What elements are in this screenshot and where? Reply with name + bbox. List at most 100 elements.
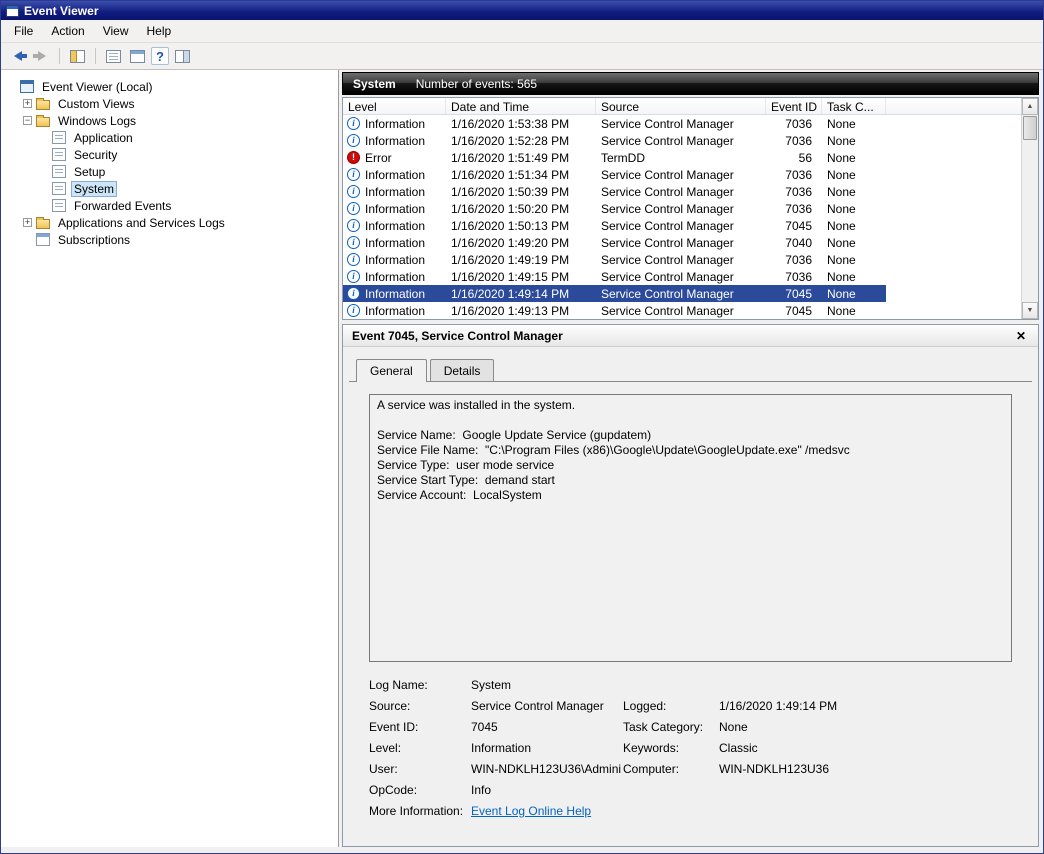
menu-help[interactable]: Help [138, 21, 181, 41]
field-value: 1/16/2020 1:49:14 PM [719, 699, 1012, 713]
level-cell: iInformation [343, 253, 446, 267]
column-header-level[interactable]: Level [343, 98, 446, 114]
toolbar: ? [1, 43, 1043, 70]
information-icon: i [347, 134, 360, 147]
field-label: Log Name: [369, 678, 471, 692]
level-cell: iInformation [343, 287, 446, 301]
field-value: Service Control Manager [471, 699, 623, 713]
folder-icon [36, 117, 50, 127]
event-row[interactable]: iInformation1/16/2020 1:50:20 PMService … [343, 200, 886, 217]
scrollbar-thumb[interactable] [1023, 116, 1037, 140]
tab-details[interactable]: Details [430, 359, 495, 381]
event-row[interactable]: iInformation1/16/2020 1:49:19 PMService … [343, 251, 886, 268]
level-cell: iInformation [343, 219, 446, 233]
task-category-cell: None [822, 185, 886, 199]
help-icon[interactable]: ? [151, 47, 169, 65]
source-cell: Service Control Manager [596, 134, 766, 148]
field-label: Event ID: [369, 720, 471, 734]
field-value [719, 783, 1012, 797]
tree-item-label: Setup [71, 164, 108, 180]
column-header-task-c[interactable]: Task C... [822, 98, 886, 114]
column-header-date-and-time[interactable]: Date and Time [446, 98, 596, 114]
action-pane-glyph [175, 50, 190, 63]
tree-item-label: System [71, 181, 117, 197]
tree-item-setup[interactable]: Setup [1, 163, 338, 180]
level-cell: iInformation [343, 185, 446, 199]
list-column-headers: LevelDate and TimeSourceEvent IDTask C..… [343, 98, 1021, 115]
level-cell: iInformation [343, 134, 446, 148]
level-label: Information [365, 270, 425, 284]
level-label: Information [365, 253, 425, 267]
show-console-tree-icon[interactable] [67, 46, 88, 67]
tab-general[interactable]: General [356, 359, 427, 382]
event-id-cell: 7045 [766, 304, 822, 318]
log-icon [52, 182, 66, 195]
action-pane-icon[interactable] [172, 46, 193, 67]
tree-item-system[interactable]: System [1, 180, 338, 197]
field-value [719, 804, 1012, 818]
level-label: Information [365, 185, 425, 199]
event-id-cell: 7036 [766, 134, 822, 148]
tree-item-windows-logs[interactable]: −Windows Logs [1, 112, 338, 129]
event-row[interactable]: iInformation1/16/2020 1:51:34 PMService … [343, 166, 886, 183]
column-header-source[interactable]: Source [596, 98, 766, 114]
back-icon[interactable] [7, 46, 28, 67]
tree-item-forwarded-events[interactable]: Forwarded Events [1, 197, 338, 214]
event-row[interactable]: iInformation1/16/2020 1:49:14 PMService … [343, 285, 886, 302]
level-cell: iInformation [343, 168, 446, 182]
field-label: OpCode: [369, 783, 471, 797]
vertical-scrollbar[interactable]: ▲ ▼ [1021, 98, 1038, 319]
window-title: Event Viewer [24, 4, 98, 18]
source-cell: Service Control Manager [596, 202, 766, 216]
close-icon[interactable]: ✕ [1013, 329, 1029, 343]
title-bar: Event Viewer [1, 1, 1043, 20]
tab-strip: GeneralDetails [343, 347, 1038, 381]
properties-icon[interactable] [127, 46, 148, 67]
menu-file[interactable]: File [5, 21, 42, 41]
tree-item-applications-and-services-logs[interactable]: +Applications and Services Logs [1, 214, 338, 231]
datetime-cell: 1/16/2020 1:51:49 PM [446, 151, 596, 165]
log-icon [52, 199, 66, 212]
forward-icon[interactable] [31, 46, 52, 67]
source-cell: Service Control Manager [596, 253, 766, 267]
event-id-cell: 7040 [766, 236, 822, 250]
detail-header-title: Event 7045, Service Control Manager [352, 329, 563, 343]
level-label: Information [365, 202, 425, 216]
collapse-minus-icon[interactable]: − [23, 116, 32, 125]
tree-item-subscriptions[interactable]: Subscriptions [1, 231, 338, 248]
main-split: Event Viewer (Local)+Custom Views−Window… [1, 70, 1043, 853]
tree-item-custom-views[interactable]: +Custom Views [1, 95, 338, 112]
tree-item-application[interactable]: Application [1, 129, 338, 146]
tree-item-security[interactable]: Security [1, 146, 338, 163]
event-list: LevelDate and TimeSourceEvent IDTask C..… [342, 97, 1039, 320]
datetime-cell: 1/16/2020 1:49:19 PM [446, 253, 596, 267]
event-row[interactable]: iInformation1/16/2020 1:52:28 PMService … [343, 132, 886, 149]
event-row[interactable]: iInformation1/16/2020 1:49:13 PMService … [343, 302, 886, 319]
menu-view[interactable]: View [94, 21, 138, 41]
event-row[interactable]: iInformation1/16/2020 1:50:13 PMService … [343, 217, 886, 234]
scroll-down-arrow[interactable]: ▼ [1022, 302, 1038, 319]
event-row[interactable]: iInformation1/16/2020 1:49:20 PMService … [343, 234, 886, 251]
export-list-icon[interactable] [103, 46, 124, 67]
source-cell: Service Control Manager [596, 304, 766, 318]
event-row[interactable]: iInformation1/16/2020 1:49:15 PMService … [343, 268, 886, 285]
level-cell: iInformation [343, 270, 446, 284]
event-id-cell: 7045 [766, 287, 822, 301]
folder-icon [36, 100, 50, 110]
description-line: A service was installed in the system. [377, 398, 1004, 413]
column-header-event-id[interactable]: Event ID [766, 98, 822, 114]
log-icon [52, 165, 66, 178]
expand-plus-icon[interactable]: + [23, 218, 32, 227]
tree-item-event-viewer-local[interactable]: Event Viewer (Local) [1, 78, 338, 95]
event-row[interactable]: iInformation1/16/2020 1:50:39 PMService … [343, 183, 886, 200]
expand-plus-icon[interactable]: + [23, 99, 32, 108]
scroll-up-arrow[interactable]: ▲ [1022, 98, 1038, 115]
menu-action[interactable]: Action [42, 21, 93, 41]
field-value: None [719, 720, 1012, 734]
event-row[interactable]: iInformation1/16/2020 1:53:38 PMService … [343, 115, 886, 132]
source-cell: Service Control Manager [596, 236, 766, 250]
field-value-link[interactable]: Event Log Online Help [471, 804, 623, 818]
show-console-tree-glyph [70, 50, 85, 63]
event-row[interactable]: !Error1/16/2020 1:51:49 PMTermDD56None [343, 149, 886, 166]
task-category-cell: None [822, 304, 886, 318]
